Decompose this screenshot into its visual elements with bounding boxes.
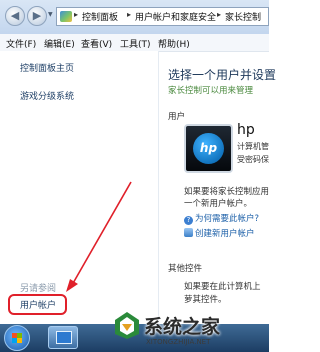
taskbar-control-panel-button[interactable]	[48, 326, 78, 349]
monitor-icon	[56, 331, 72, 344]
start-button[interactable]	[4, 325, 30, 351]
site-logo-icon	[115, 312, 139, 339]
annotation-arrow	[66, 181, 132, 292]
watermark-subtitle: XITONGZHIJIA.NET	[146, 338, 211, 346]
windows-logo-icon	[12, 333, 22, 343]
watermark-title: 系统之家	[144, 316, 221, 338]
watermark: 系统之家 XITONGZHIJIA.NET	[112, 306, 269, 352]
